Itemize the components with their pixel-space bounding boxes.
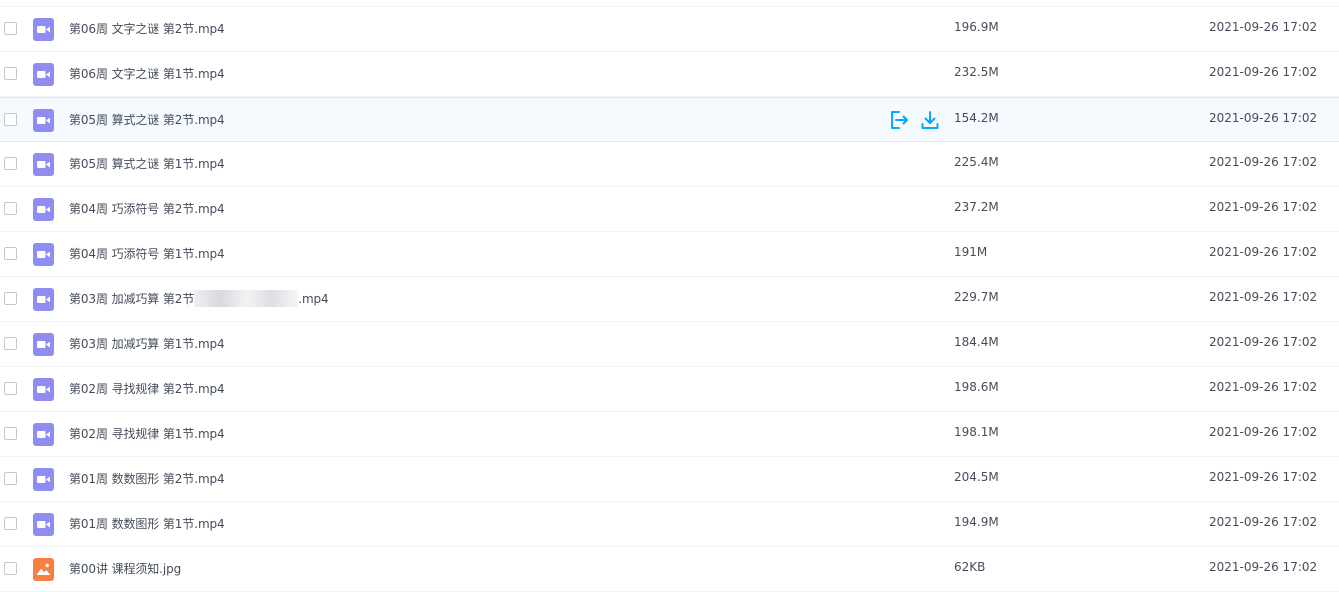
modified-date: 2021-09-26 17:02 — [1209, 245, 1318, 259]
video-file-icon — [33, 288, 54, 311]
video-file-icon — [33, 63, 54, 86]
video-file-icon — [33, 423, 54, 446]
file-name[interactable]: 第05周 算式之谜 第2节.mp4 — [69, 111, 225, 128]
video-file-icon — [33, 513, 54, 536]
file-row[interactable]: 第05周 算式之谜 第2节.mp4 154.2M 2021-09-26 17:02 — [0, 97, 1339, 142]
row-checkbox[interactable] — [4, 67, 17, 80]
file-row[interactable]: 第04周 巧添符号 第1节.mp4 191M 2021-09-26 17:02 — [0, 232, 1339, 277]
file-size: 154.2M — [954, 111, 999, 125]
image-file-icon — [33, 558, 54, 581]
file-row[interactable]: 第06周 文字之谜 第1节.mp4 232.5M 2021-09-26 17:02 — [0, 52, 1339, 97]
video-file-icon — [33, 109, 54, 132]
modified-date: 2021-09-26 17:02 — [1209, 470, 1318, 484]
file-size: 196.9M — [954, 20, 999, 34]
row-checkbox[interactable] — [4, 157, 17, 170]
modified-date: 2021-09-26 17:02 — [1209, 380, 1318, 394]
file-name[interactable]: 第02周 寻找规律 第2节.mp4 — [69, 380, 225, 397]
file-name[interactable]: 第04周 巧添符号 第1节.mp4 — [69, 245, 225, 262]
row-checkbox[interactable] — [4, 22, 17, 35]
row-checkbox[interactable] — [4, 247, 17, 260]
file-row[interactable]: 第01周 数数图形 第1节.mp4 194.9M 2021-09-26 17:02 — [0, 502, 1339, 547]
file-row[interactable]: 第03周 加减巧算 第2节 .mp4 229.7M 2021-09-26 17:02 — [0, 277, 1339, 322]
modified-date: 2021-09-26 17:02 — [1209, 290, 1318, 304]
file-row[interactable]: 第00讲 课程须知.jpg 62KB 2021-09-26 17:02 — [0, 547, 1339, 592]
file-row[interactable]: 第02周 寻找规律 第2节.mp4 198.6M 2021-09-26 17:02 — [0, 367, 1339, 412]
row-checkbox[interactable] — [4, 562, 17, 575]
file-row[interactable]: 第05周 算式之谜 第1节.mp4 225.4M 2021-09-26 17:02 — [0, 142, 1339, 187]
video-file-icon — [33, 243, 54, 266]
file-name[interactable]: 第05周 算式之谜 第1节.mp4 — [69, 155, 225, 172]
file-size: 62KB — [954, 560, 986, 574]
row-checkbox[interactable] — [4, 472, 17, 485]
file-size: 204.5M — [954, 470, 999, 484]
file-size: 184.4M — [954, 335, 999, 349]
file-size: 225.4M — [954, 155, 999, 169]
file-row[interactable]: 第02周 寻找规律 第1节.mp4 198.1M 2021-09-26 17:02 — [0, 412, 1339, 457]
file-name[interactable]: 第06周 文字之谜 第1节.mp4 — [69, 65, 225, 82]
row-checkbox[interactable] — [4, 113, 17, 126]
video-file-icon — [33, 378, 54, 401]
file-name[interactable]: 第01周 数数图形 第1节.mp4 — [69, 515, 225, 532]
file-name[interactable]: 第06周 文字之谜 第2节.mp4 — [69, 20, 225, 37]
download-icon[interactable] — [919, 109, 941, 131]
file-name-prefix: 第03周 加减巧算 第2节 — [69, 292, 195, 306]
video-file-icon — [33, 333, 54, 356]
file-size: 237.2M — [954, 200, 999, 214]
video-file-icon — [33, 153, 54, 176]
modified-date: 2021-09-26 17:02 — [1209, 65, 1318, 79]
row-checkbox[interactable] — [4, 382, 17, 395]
file-name[interactable]: 第01周 数数图形 第2节.mp4 — [69, 470, 225, 487]
redacted-text — [194, 290, 299, 307]
file-name[interactable]: 第02周 寻找规律 第1节.mp4 — [69, 425, 225, 442]
file-size: 191M — [954, 245, 988, 259]
file-size: 198.1M — [954, 425, 999, 439]
modified-date: 2021-09-26 17:02 — [1209, 155, 1318, 169]
video-file-icon — [33, 198, 54, 221]
file-name-suffix: .mp4 — [298, 292, 329, 306]
row-checkbox[interactable] — [4, 427, 17, 440]
file-name[interactable]: 第03周 加减巧算 第1节.mp4 — [69, 335, 225, 352]
video-file-icon — [33, 468, 54, 491]
modified-date: 2021-09-26 17:02 — [1209, 425, 1318, 439]
file-name[interactable]: 第03周 加减巧算 第2节 .mp4 — [69, 290, 329, 307]
modified-date: 2021-09-26 17:02 — [1209, 335, 1318, 349]
file-size: 198.6M — [954, 380, 999, 394]
file-size: 194.9M — [954, 515, 999, 529]
file-name[interactable]: 第04周 巧添符号 第2节.mp4 — [69, 200, 225, 217]
file-row[interactable]: 第01周 数数图形 第2节.mp4 204.5M 2021-09-26 17:02 — [0, 457, 1339, 502]
file-size: 229.7M — [954, 290, 999, 304]
row-checkbox[interactable] — [4, 337, 17, 350]
row-checkbox[interactable] — [4, 292, 17, 305]
modified-date: 2021-09-26 17:02 — [1209, 20, 1318, 34]
file-size: 232.5M — [954, 65, 999, 79]
file-name[interactable]: 第00讲 课程须知.jpg — [69, 560, 181, 577]
video-file-icon — [33, 18, 54, 41]
file-row[interactable]: 第04周 巧添符号 第2节.mp4 237.2M 2021-09-26 17:02 — [0, 187, 1339, 232]
modified-date: 2021-09-26 17:02 — [1209, 560, 1318, 574]
modified-date: 2021-09-26 17:02 — [1209, 515, 1318, 529]
file-row[interactable]: 第06周 文字之谜 第2节.mp4 196.9M 2021-09-26 17:02 — [0, 7, 1339, 52]
row-checkbox[interactable] — [4, 202, 17, 215]
modified-date: 2021-09-26 17:02 — [1209, 200, 1318, 214]
file-row[interactable]: 第03周 加减巧算 第1节.mp4 184.4M 2021-09-26 17:02 — [0, 322, 1339, 367]
modified-date: 2021-09-26 17:02 — [1209, 111, 1318, 125]
row-checkbox[interactable] — [4, 517, 17, 530]
share-icon[interactable] — [888, 109, 910, 131]
